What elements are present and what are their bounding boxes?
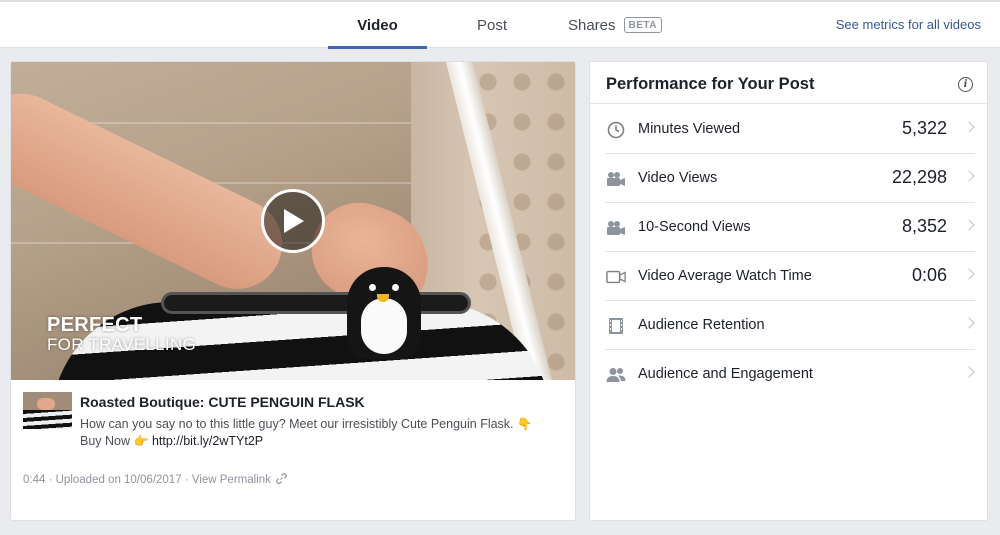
- video-icon: [606, 267, 626, 287]
- chevron-right-icon: [963, 219, 975, 231]
- video-duration: 0:44: [23, 474, 46, 486]
- metric-label: 10-Second Views: [638, 219, 751, 235]
- metric-label: Audience Retention: [638, 317, 765, 333]
- metric-row-audience-retention[interactable]: Audience Retention: [590, 301, 987, 350]
- divider: [590, 103, 987, 104]
- chevron-right-icon: [963, 170, 975, 182]
- video-overlay-title: PERFECT: [47, 314, 143, 336]
- metric-label: Video Views: [638, 170, 718, 186]
- pointing-down-emoji-icon: 👇: [517, 417, 532, 431]
- metric-label: Audience and Engagement: [638, 366, 813, 382]
- people-icon: [606, 365, 626, 385]
- performance-card: Performance for Your Post i Minutes View…: [589, 61, 988, 521]
- pointing-left-emoji-icon: 👉: [133, 434, 149, 448]
- link-icon: [276, 473, 287, 484]
- see-metrics-all-videos-link[interactable]: See metrics for all videos: [836, 17, 981, 32]
- tab-video[interactable]: Video: [328, 2, 427, 49]
- info-icon[interactable]: i: [958, 77, 973, 92]
- metric-row-minutes-viewed[interactable]: Minutes Viewed 5,322: [590, 105, 987, 154]
- video-camera-icon: [606, 218, 626, 238]
- post-title[interactable]: Roasted Boutique: CUTE PENGUIN FLASK: [80, 394, 365, 410]
- chevron-right-icon: [963, 268, 975, 280]
- clock-icon: [606, 120, 626, 140]
- upload-date: Uploaded on 10/06/2017: [55, 474, 182, 486]
- view-permalink-link[interactable]: View Permalink: [192, 474, 271, 486]
- post-thumbnail[interactable]: [23, 392, 72, 429]
- video-meta: 0:44 · Uploaded on 10/06/2017 · View Per…: [23, 473, 287, 486]
- metrics-tab-bar: Video Post Shares BETA See metrics for a…: [0, 0, 1000, 49]
- play-icon: [284, 209, 304, 233]
- metric-value: 22,298: [891, 167, 947, 187]
- metric-row-video-views[interactable]: Video Views 22,298: [590, 154, 987, 203]
- metric-row-10-second-views[interactable]: 10-Second Views 8,352: [590, 203, 987, 252]
- chevron-right-icon: [963, 317, 975, 329]
- post-cta: Buy Now: [80, 434, 131, 448]
- tab-shares-label: Shares: [567, 16, 616, 34]
- post-text: How can you say no to this little guy? M…: [80, 417, 514, 431]
- tab-video-label: Video: [357, 16, 398, 34]
- metric-row-average-watch-time[interactable]: Video Average Watch Time 0:06: [590, 252, 987, 301]
- chevron-right-icon: [963, 121, 975, 133]
- tab-shares[interactable]: Shares BETA: [560, 2, 670, 48]
- video-card: PERFECT FOR TRAVELLING Roasted Boutique:…: [10, 61, 576, 521]
- tab-post-label: Post: [476, 16, 507, 34]
- metric-value: 0:06: [911, 265, 947, 285]
- metric-value: 5,322: [901, 118, 947, 138]
- video-camera-icon: [606, 169, 626, 189]
- post-description: How can you say no to this little guy? M…: [80, 416, 555, 450]
- metric-label: Video Average Watch Time: [638, 268, 812, 284]
- metric-label: Minutes Viewed: [638, 121, 741, 137]
- beta-badge: BETA: [623, 17, 662, 33]
- video-overlay-subtitle: FOR TRAVELLING: [47, 335, 197, 354]
- performance-title: Performance for Your Post: [606, 75, 815, 93]
- chevron-right-icon: [963, 366, 975, 378]
- metric-value: 8,352: [901, 216, 947, 236]
- video-player[interactable]: PERFECT FOR TRAVELLING: [11, 62, 575, 380]
- play-button[interactable]: [261, 189, 325, 253]
- post-link[interactable]: http://bit.ly/2wTYt2P: [152, 434, 263, 448]
- metric-row-audience-engagement[interactable]: Audience and Engagement: [590, 350, 987, 399]
- film-icon: [606, 316, 626, 336]
- tab-post[interactable]: Post: [452, 2, 532, 48]
